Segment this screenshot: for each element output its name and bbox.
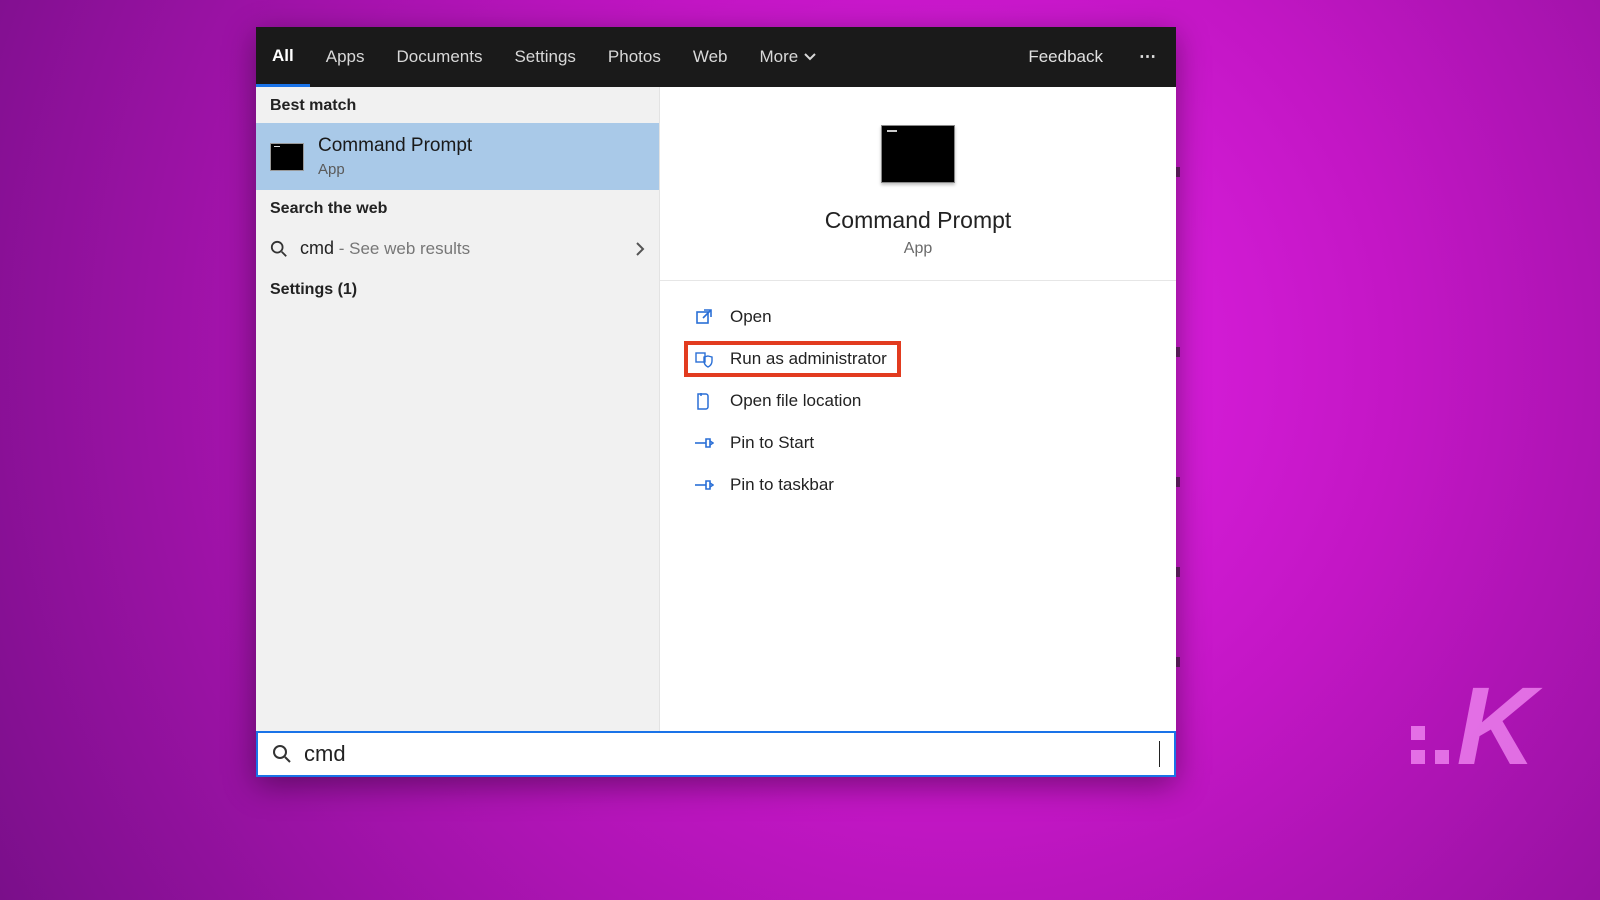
preview-pane: Command Prompt App Open Run as administr… bbox=[660, 87, 1176, 731]
search-web-label: Search the web bbox=[256, 190, 659, 226]
preview-title: Command Prompt bbox=[825, 207, 1012, 234]
admin-shield-icon bbox=[694, 350, 714, 368]
search-bar[interactable] bbox=[256, 731, 1176, 777]
action-open-file-location[interactable]: Open file location bbox=[684, 383, 871, 419]
open-icon bbox=[694, 308, 714, 326]
web-result-text: cmd - See web results bbox=[300, 238, 623, 259]
start-search-window: All Apps Documents Settings Photos Web M… bbox=[256, 27, 1176, 777]
best-match-label: Best match bbox=[256, 87, 659, 123]
window-edge-artifact bbox=[1176, 27, 1182, 777]
watermark-logo: K bbox=[1411, 663, 1530, 790]
best-match-subtitle: App bbox=[318, 161, 472, 178]
preview-header: Command Prompt App bbox=[660, 87, 1176, 281]
action-open-loc-label: Open file location bbox=[730, 391, 861, 411]
web-result-term: cmd bbox=[300, 238, 334, 258]
watermark-letter: K bbox=[1457, 663, 1530, 790]
search-body: Best match Command Prompt App Search the… bbox=[256, 87, 1176, 731]
action-open-label: Open bbox=[730, 307, 772, 327]
best-match-title: Command Prompt bbox=[318, 135, 472, 157]
text-caret bbox=[1159, 741, 1160, 767]
web-result-suffix: - See web results bbox=[334, 239, 470, 258]
settings-results-label[interactable]: Settings (1) bbox=[256, 271, 659, 307]
action-run-as-administrator[interactable]: Run as administrator bbox=[684, 341, 901, 377]
tab-settings[interactable]: Settings bbox=[498, 27, 591, 87]
search-input[interactable] bbox=[304, 741, 1151, 767]
action-pin-to-taskbar[interactable]: Pin to taskbar bbox=[684, 467, 844, 503]
best-match-text: Command Prompt App bbox=[318, 135, 472, 178]
search-icon bbox=[270, 240, 288, 258]
tab-web[interactable]: Web bbox=[677, 27, 744, 87]
feedback-link[interactable]: Feedback bbox=[1010, 47, 1121, 67]
command-prompt-icon bbox=[270, 143, 304, 171]
search-filter-tabbar: All Apps Documents Settings Photos Web M… bbox=[256, 27, 1176, 87]
chevron-right-icon bbox=[635, 241, 645, 257]
chevron-down-icon bbox=[804, 51, 816, 63]
action-run-admin-label: Run as administrator bbox=[730, 349, 887, 369]
tab-more-label: More bbox=[760, 47, 799, 67]
folder-icon bbox=[694, 392, 714, 410]
pin-icon bbox=[694, 478, 714, 492]
action-pin-start-label: Pin to Start bbox=[730, 433, 814, 453]
action-pin-to-start[interactable]: Pin to Start bbox=[684, 425, 824, 461]
results-pane: Best match Command Prompt App Search the… bbox=[256, 87, 660, 731]
tab-more[interactable]: More bbox=[744, 27, 833, 87]
command-prompt-icon-large bbox=[881, 125, 955, 183]
preview-actions: Open Run as administrator Open file loca… bbox=[660, 281, 1176, 521]
watermark-dots-icon bbox=[1411, 726, 1449, 764]
tab-photos[interactable]: Photos bbox=[592, 27, 677, 87]
action-pin-taskbar-label: Pin to taskbar bbox=[730, 475, 834, 495]
pin-icon bbox=[694, 436, 714, 450]
search-icon bbox=[272, 744, 292, 764]
more-menu-button[interactable]: ⋯ bbox=[1121, 47, 1176, 67]
action-open[interactable]: Open bbox=[684, 299, 782, 335]
tab-documents[interactable]: Documents bbox=[380, 27, 498, 87]
web-result-item[interactable]: cmd - See web results bbox=[256, 226, 659, 271]
tab-all[interactable]: All bbox=[256, 27, 310, 87]
best-match-item[interactable]: Command Prompt App bbox=[256, 123, 659, 190]
preview-subtitle: App bbox=[904, 240, 932, 258]
tab-apps[interactable]: Apps bbox=[310, 27, 381, 87]
